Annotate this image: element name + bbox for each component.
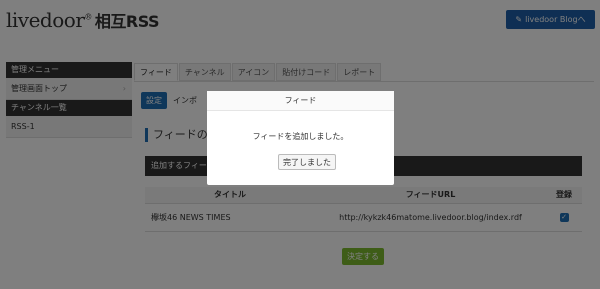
feed-dialog: フィード フィードを追加しました。 完了しました	[207, 91, 394, 185]
dialog-title: フィード	[207, 91, 394, 111]
dialog-ok-button[interactable]: 完了しました	[278, 154, 336, 170]
dialog-message: フィードを追加しました。	[252, 132, 349, 141]
